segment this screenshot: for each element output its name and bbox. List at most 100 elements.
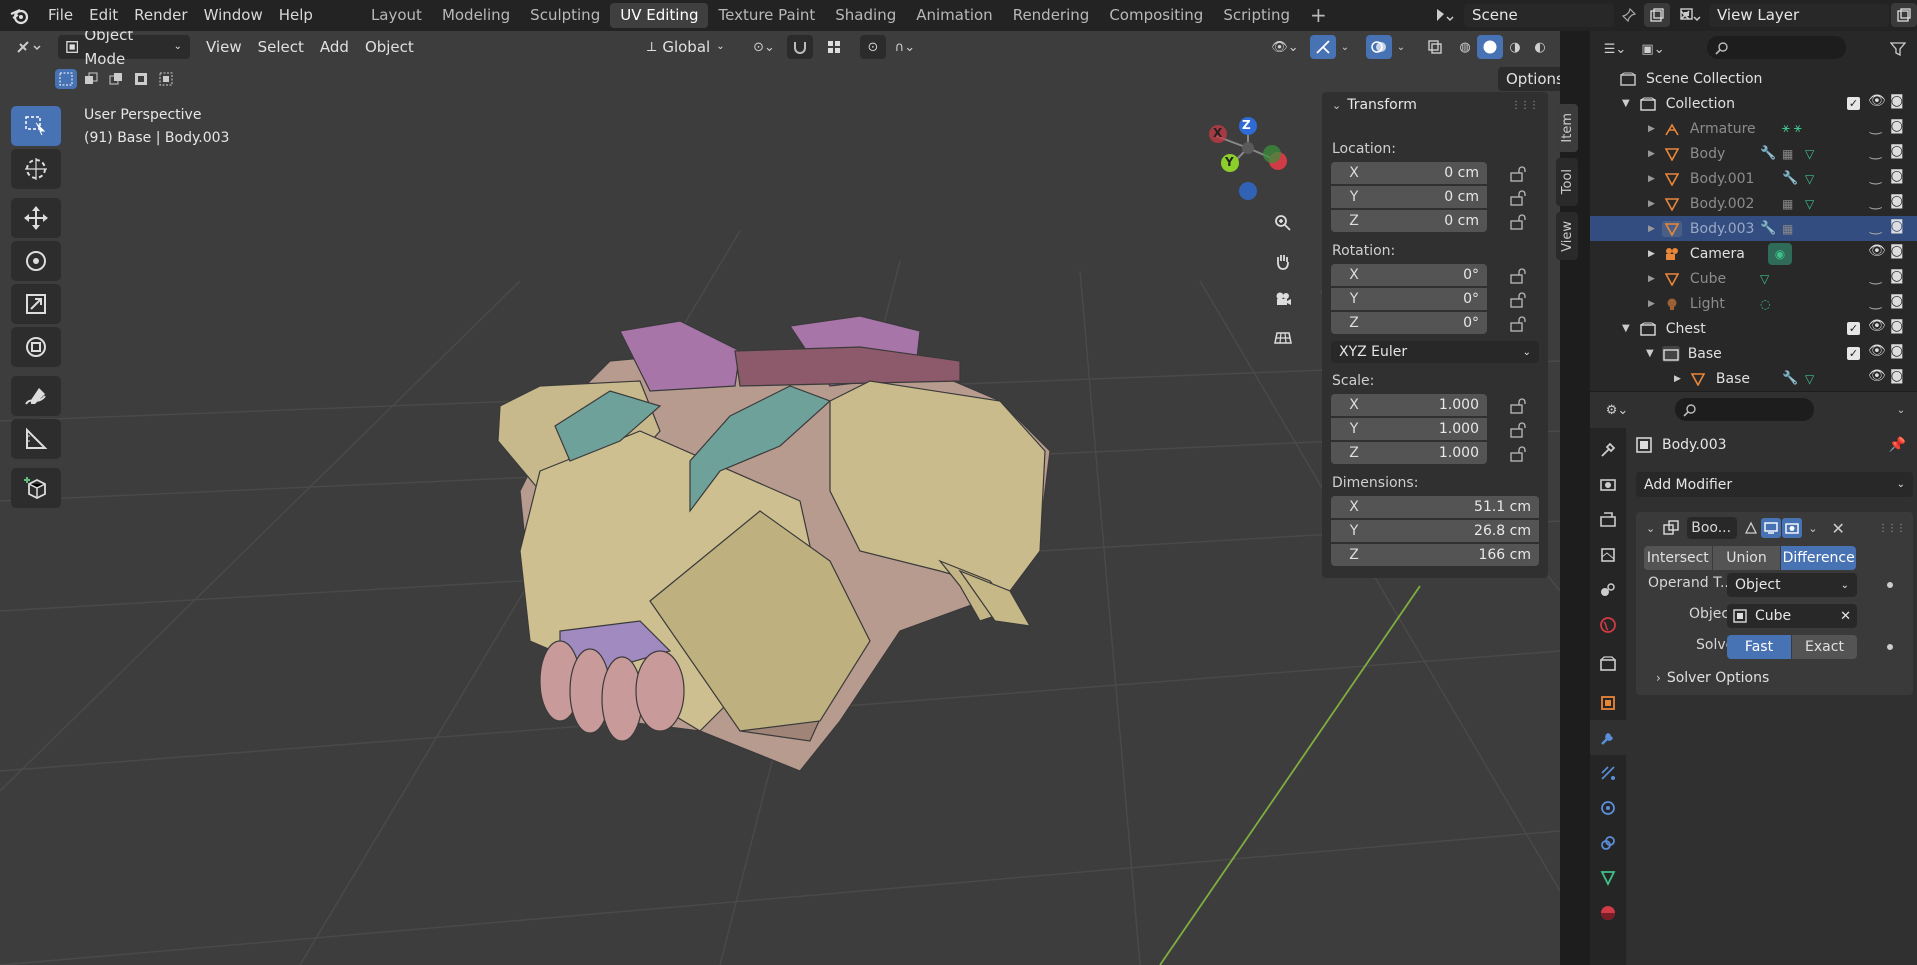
rotation-z-field[interactable]: Z 0° xyxy=(1331,312,1487,334)
collapse-chevron-icon[interactable]: ⌄ xyxy=(1646,522,1655,535)
new-view-layer-icon[interactable] xyxy=(1891,3,1917,27)
hidden-eye-icon[interactable]: ‿ xyxy=(1870,169,1881,185)
edit-mode-toggle-icon[interactable] xyxy=(1741,518,1761,538)
lock-icon[interactable] xyxy=(1510,398,1528,414)
menu-file[interactable]: File xyxy=(40,0,81,31)
menu-edit[interactable]: Edit xyxy=(81,0,126,31)
add-workspace-button[interactable]: + xyxy=(1300,3,1337,28)
select-extend-icon[interactable] xyxy=(80,69,102,89)
eye-icon[interactable]: 👁 xyxy=(1868,318,1886,334)
menu-add[interactable]: Add xyxy=(312,35,357,59)
exact-solver-button[interactable]: Exact xyxy=(1792,635,1857,659)
modifier-properties-icon[interactable] xyxy=(1590,720,1626,755)
expand-arrow-icon[interactable]: ▶ xyxy=(1648,274,1655,284)
select-subtract-icon[interactable] xyxy=(105,69,127,89)
exclude-checkbox[interactable]: ✓ xyxy=(1847,347,1860,360)
intersect-button[interactable]: Intersect xyxy=(1644,546,1712,570)
tab-item[interactable]: Item xyxy=(1556,104,1578,152)
object-properties-icon[interactable] xyxy=(1590,685,1626,720)
lock-icon[interactable] xyxy=(1510,190,1528,206)
material-properties-icon[interactable] xyxy=(1590,895,1626,930)
overlays-toggle-icon[interactable] xyxy=(1366,35,1392,59)
scale-tool-icon[interactable] xyxy=(11,284,61,324)
navigation-gizmo[interactable]: Z Y X xyxy=(1196,106,1306,206)
xray-toggle-icon[interactable] xyxy=(1422,35,1448,59)
exclude-checkbox[interactable]: ✓ xyxy=(1847,322,1860,335)
render-toggle-icon[interactable] xyxy=(1782,518,1803,538)
expand-arrow-icon[interactable]: ▶ xyxy=(1648,199,1655,209)
eye-icon[interactable]: 👁 xyxy=(1868,243,1886,259)
move-tool-icon[interactable] xyxy=(11,198,61,238)
hidden-eye-icon[interactable]: ‿ xyxy=(1870,194,1881,210)
view-layer-properties-icon[interactable] xyxy=(1590,537,1626,572)
camera-render-icon[interactable]: ◙ xyxy=(1890,143,1904,159)
clear-icon[interactable]: ✕ xyxy=(1840,609,1851,624)
location-x-field[interactable]: X 0 cm xyxy=(1331,162,1487,184)
hidden-eye-icon[interactable]: ‿ xyxy=(1870,269,1881,285)
menu-object[interactable]: Object xyxy=(357,35,422,59)
modifier-menu-chevron-icon[interactable]: ⌄ xyxy=(1808,522,1817,535)
tab-uv-editing[interactable]: UV Editing xyxy=(610,3,709,28)
properties-search-input[interactable] xyxy=(1675,398,1814,421)
zoom-icon[interactable] xyxy=(1269,207,1297,239)
camera-render-icon[interactable]: ◙ xyxy=(1890,218,1904,234)
difference-button[interactable]: Difference xyxy=(1781,546,1856,570)
properties-options-icon[interactable]: ⌄ xyxy=(1890,398,1912,422)
tab-compositing[interactable]: Compositing xyxy=(1099,3,1213,28)
snap-target-icon[interactable] xyxy=(815,35,853,59)
lock-icon[interactable] xyxy=(1510,268,1528,284)
mode-dropdown[interactable]: Object Mode ⌄ xyxy=(58,31,190,68)
measure-tool-icon[interactable] xyxy=(11,419,61,459)
pivot-point-icon[interactable]: ⊙⌄ xyxy=(745,35,783,59)
eye-icon[interactable]: 👁 xyxy=(1868,93,1886,109)
scene-field[interactable]: Scene xyxy=(1464,3,1614,27)
dimensions-z-field[interactable]: Z 166 cm xyxy=(1331,544,1539,566)
panel-header[interactable]: ⌄ Transform ⋮⋮⋮ xyxy=(1322,92,1548,118)
expand-arrow-icon[interactable]: ▶ xyxy=(1648,299,1655,309)
view-layer-icon[interactable] xyxy=(1673,3,1707,27)
overlays-dropdown-icon[interactable]: ⌄ xyxy=(1392,35,1410,59)
tool-properties-icon[interactable] xyxy=(1590,432,1626,467)
menu-select[interactable]: Select xyxy=(250,35,312,59)
pan-hand-icon[interactable] xyxy=(1269,245,1297,277)
rotation-y-field[interactable]: Y 0° xyxy=(1331,288,1487,310)
options-dropdown[interactable]: Options ⌄ xyxy=(1498,67,1560,91)
pin-icon[interactable] xyxy=(1616,3,1642,27)
menu-help[interactable]: Help xyxy=(271,0,321,31)
tab-shading[interactable]: Shading xyxy=(825,3,906,28)
dimensions-y-field[interactable]: Y 26.8 cm xyxy=(1331,520,1539,542)
scene-properties-icon[interactable] xyxy=(1590,572,1626,607)
add-modifier-dropdown[interactable]: Add Modifier ⌄ xyxy=(1636,472,1913,497)
scale-y-field[interactable]: Y 1.000 xyxy=(1331,418,1487,440)
fast-solver-button[interactable]: Fast xyxy=(1727,635,1791,659)
cursor-tool-icon[interactable] xyxy=(11,149,61,189)
location-y-field[interactable]: Y 0 cm xyxy=(1331,186,1487,208)
hidden-eye-icon[interactable]: ‿ xyxy=(1870,219,1881,235)
output-properties-icon[interactable] xyxy=(1590,502,1626,537)
camera-render-icon[interactable]: ◙ xyxy=(1890,93,1904,109)
select-box-tool-icon[interactable] xyxy=(11,106,61,146)
tab-rendering[interactable]: Rendering xyxy=(1003,3,1100,28)
lock-icon[interactable] xyxy=(1510,166,1528,182)
add-cube-tool-icon[interactable] xyxy=(11,468,61,508)
camera-render-icon[interactable]: ◙ xyxy=(1890,118,1904,134)
ortho-grid-icon[interactable] xyxy=(1269,321,1297,353)
select-invert-icon[interactable] xyxy=(130,69,152,89)
hidden-eye-icon[interactable]: ‿ xyxy=(1870,294,1881,310)
hidden-eye-icon[interactable]: ‿ xyxy=(1870,119,1881,135)
solid-shading-icon[interactable] xyxy=(1477,35,1503,59)
camera-render-icon[interactable]: ◙ xyxy=(1890,343,1904,359)
gizmo-toggle-icon[interactable] xyxy=(1310,35,1336,59)
remove-modifier-icon[interactable]: ✕ xyxy=(1831,519,1844,538)
pin-icon[interactable]: 📌 xyxy=(1889,437,1906,453)
editor-type-icon[interactable] xyxy=(10,35,50,59)
camera-view-icon[interactable] xyxy=(1269,283,1297,315)
camera-render-icon[interactable]: ◙ xyxy=(1890,293,1904,309)
render-properties-icon[interactable] xyxy=(1590,467,1626,502)
camera-render-icon[interactable]: ◙ xyxy=(1890,193,1904,209)
mesh-data-properties-icon[interactable] xyxy=(1590,860,1626,895)
scale-x-field[interactable]: X 1.000 xyxy=(1331,394,1487,416)
snap-icon[interactable] xyxy=(787,35,813,59)
transform-orientation-dropdown[interactable]: ⟂ Global ⌄ xyxy=(639,35,733,59)
expand-arrow-icon[interactable]: ▶ xyxy=(1648,124,1655,134)
